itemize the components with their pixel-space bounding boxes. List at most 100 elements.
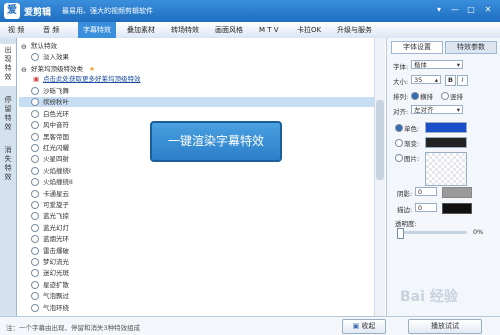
effect-label: 火星四射 xyxy=(43,155,69,164)
effect-label: 可爱旋子 xyxy=(43,201,69,209)
effect-radio[interactable] xyxy=(31,258,39,266)
side-tab-disappear[interactable]: 消失特效 xyxy=(0,144,16,186)
effect-radio[interactable] xyxy=(31,292,39,301)
effect-radio[interactable] xyxy=(31,189,39,198)
shadow-stepper[interactable]: 0 xyxy=(415,187,437,196)
effect-label: 缤纷秋叶 xyxy=(43,98,69,107)
list-item[interactable]: 星迹扩散 xyxy=(19,280,374,290)
list-item[interactable]: 缤纷秋叶 xyxy=(19,97,374,108)
arrange-vertical-radio[interactable] xyxy=(441,92,449,100)
tab-subtitle-effects[interactable]: 字幕特效 xyxy=(78,22,116,38)
effect-radio[interactable] xyxy=(31,178,39,187)
effect-radio[interactable] xyxy=(31,235,39,244)
side-tab-stay[interactable]: 停留特效 xyxy=(0,94,16,136)
menu-dropdown-icon[interactable]: ▾ xyxy=(432,4,446,16)
effect-label: 迷幻光斑 xyxy=(43,269,69,278)
list-item[interactable]: 蓝光幻灯 xyxy=(19,223,374,233)
gradient-label: 渐变: xyxy=(404,140,420,148)
list-item[interactable]: 梦幻流光 xyxy=(19,257,374,267)
tab-font-settings[interactable]: 字体设置 xyxy=(391,41,443,54)
bold-button[interactable]: B xyxy=(445,75,456,86)
list-item[interactable]: 气泡环绕 xyxy=(19,303,374,313)
list-item[interactable]: 气泡飘过 xyxy=(19,291,374,301)
list-scrollbar[interactable] xyxy=(374,38,385,316)
list-item[interactable]: 卡通星云 xyxy=(19,189,374,199)
shadow-color-swatch[interactable] xyxy=(442,187,472,198)
align-select[interactable]: 左对齐 ▾ xyxy=(411,105,463,114)
single-color-swatch[interactable] xyxy=(425,122,467,133)
list-item[interactable]: 白色光环 xyxy=(19,109,374,119)
stroke-label: 描边: xyxy=(397,206,413,214)
side-tab-appear-label: 出现特效 xyxy=(4,46,12,81)
list-item[interactable]: 蓝烟光环 xyxy=(19,234,374,244)
effect-radio[interactable] xyxy=(31,121,39,130)
tab-picture-style[interactable]: 画面风格 xyxy=(210,22,248,38)
list-item[interactable]: 迷幻光斑 xyxy=(19,268,374,278)
gradient-swatch[interactable] xyxy=(425,137,467,148)
effect-label: 气泡飘过 xyxy=(43,292,69,301)
tab-transition[interactable]: 转场特效 xyxy=(166,22,204,38)
stroke-stepper[interactable]: 0 xyxy=(415,203,437,212)
group-recommended[interactable]: ⊖ 好莱坞顶级特效类 ★ xyxy=(19,64,374,74)
close-icon[interactable]: ✕ xyxy=(481,4,495,16)
list-item[interactable]: 沙砾飞舞 xyxy=(19,86,374,96)
stroke-color-swatch[interactable] xyxy=(442,203,472,214)
effect-radio[interactable] xyxy=(31,201,39,209)
maximize-icon[interactable]: □ xyxy=(464,4,478,16)
tab-karaoke[interactable]: 卡拉OK xyxy=(292,22,326,38)
shadow-value: 0 xyxy=(418,188,423,196)
effect-radio[interactable] xyxy=(31,53,39,61)
scrollbar-thumb[interactable] xyxy=(376,100,384,180)
promo-link[interactable]: 点击此处获取更多好莱坞顶级特效 xyxy=(43,74,141,84)
effect-radio[interactable] xyxy=(31,280,39,289)
effect-radio[interactable] xyxy=(31,269,39,278)
effect-radio[interactable] xyxy=(31,246,39,255)
opacity-label: 透明度: xyxy=(395,220,417,228)
italic-button[interactable]: I xyxy=(457,75,468,86)
list-item[interactable]: 可爱旋子 xyxy=(19,200,374,210)
collapse-icon[interactable]: ⊖ xyxy=(21,42,27,52)
side-tab-appear[interactable]: 出现特效 xyxy=(0,44,16,86)
side-tab-disappear-label: 消失特效 xyxy=(4,146,12,181)
size-stepper[interactable]: 35 ▴ xyxy=(411,75,441,84)
tab-effect-params[interactable]: 特效参数 xyxy=(445,41,497,54)
tab-mtv[interactable]: M T V xyxy=(254,22,284,38)
effect-radio[interactable] xyxy=(31,132,39,141)
picture-radio[interactable] xyxy=(395,154,403,162)
effect-radio[interactable] xyxy=(31,166,39,175)
list-item[interactable]: 淡入效果 xyxy=(19,52,374,62)
tab-overlay[interactable]: 叠加素材 xyxy=(122,22,160,38)
font-value: 楷体 xyxy=(414,61,427,69)
group-default[interactable]: ⊖ 默认特效 xyxy=(19,41,374,51)
effect-radio[interactable] xyxy=(31,155,39,164)
effect-radio[interactable] xyxy=(31,109,39,118)
list-item[interactable]: 雷击爆破 xyxy=(19,246,374,256)
app-name: 爱剪辑 xyxy=(24,8,52,18)
collapse-button[interactable]: ▣ 收起 xyxy=(342,319,386,334)
promo-link-row[interactable]: ▣ 点击此处获取更多好莱坞顶级特效 xyxy=(19,74,374,84)
tab-video[interactable]: 视 频 xyxy=(3,22,29,38)
single-color-radio[interactable] xyxy=(395,124,403,132)
list-item[interactable]: 火焰缠绕II xyxy=(19,177,374,187)
tab-audio[interactable]: 音 频 xyxy=(38,22,64,38)
list-item[interactable]: 火焰缠绕I xyxy=(19,166,374,176)
opacity-slider[interactable] xyxy=(397,228,467,239)
effect-radio[interactable] xyxy=(31,87,39,95)
arrange-label: 排列: xyxy=(393,93,409,101)
effect-radio[interactable] xyxy=(31,98,39,107)
picture-preview[interactable] xyxy=(425,152,467,186)
effect-label: 雷击爆破 xyxy=(43,246,69,255)
minimize-icon[interactable]: — xyxy=(448,4,462,16)
effect-radio[interactable] xyxy=(31,144,39,152)
effect-radio[interactable] xyxy=(31,212,39,221)
effect-radio[interactable] xyxy=(31,223,39,232)
gradient-radio[interactable] xyxy=(395,139,403,147)
effect-label: 气泡环绕 xyxy=(43,303,69,312)
preview-button[interactable]: 播放试试 xyxy=(408,319,482,334)
arrange-horizontal-radio[interactable] xyxy=(411,92,419,100)
effect-radio[interactable] xyxy=(31,303,39,312)
list-item[interactable]: 蓝光飞掠 xyxy=(19,211,374,221)
font-select[interactable]: 楷体 ▾ xyxy=(411,60,463,69)
opacity-slider-handle[interactable] xyxy=(397,228,404,239)
tab-upgrade[interactable]: 升级与服务 xyxy=(332,22,377,38)
